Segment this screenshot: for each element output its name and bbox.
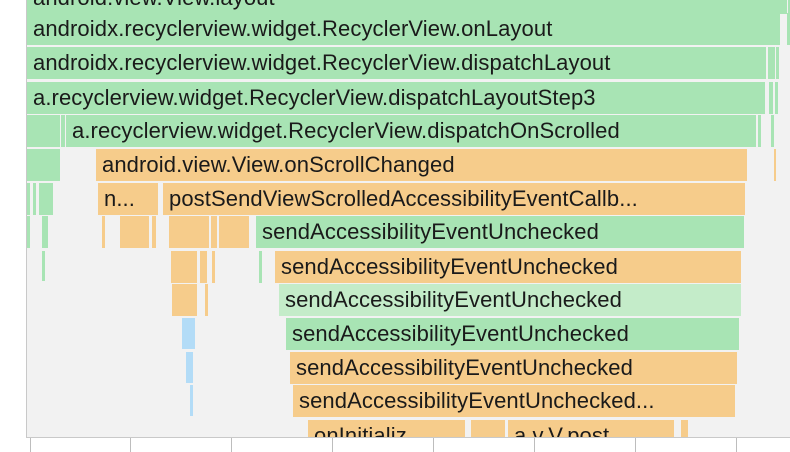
frame-sendaccessibilityeventunchecked-5[interactable]: sendAccessibilityEventUnchecked	[290, 352, 737, 384]
frame-sliver[interactable]	[102, 216, 105, 248]
frame-sliver[interactable]	[171, 251, 197, 283]
frame-sliver[interactable]	[186, 352, 193, 383]
frame-sliver[interactable]	[169, 216, 209, 248]
frame-sliver[interactable]	[152, 216, 156, 248]
frame-sliver[interactable]	[182, 318, 195, 349]
frame-sliver[interactable]	[211, 216, 217, 248]
frame-sliver[interactable]	[768, 47, 775, 79]
frame-sliver[interactable]	[27, 149, 60, 181]
frame-sendaccessibilityeventunchecked-6[interactable]: sendAccessibilityEventUnchecked...	[293, 385, 735, 417]
frame-sliver[interactable]	[758, 115, 761, 147]
frame-sliver[interactable]	[471, 420, 505, 437]
frame-sliver[interactable]	[769, 82, 773, 114]
ruler-tick	[736, 438, 737, 452]
ruler-tick	[635, 438, 636, 452]
ruler-tick	[433, 438, 434, 452]
flame-chart[interactable]: android.view.View.layout androidx.recycl…	[27, 0, 790, 437]
frame-sendaccessibilityeventunchecked-3[interactable]: sendAccessibilityEventUnchecked	[279, 284, 741, 316]
frame-sliver[interactable]	[776, 47, 779, 79]
frame-postsendviewscrolledaccessibilityeventcallback[interactable]: postSendViewScrolledAccessibilityEventCa…	[163, 183, 745, 215]
frame-sliver[interactable]	[774, 149, 776, 181]
ruler-tick	[231, 438, 232, 452]
ruler-tick	[534, 438, 535, 452]
frame-sliver[interactable]	[27, 183, 30, 215]
frame-sliver[interactable]	[120, 216, 149, 248]
frame-sliver[interactable]	[219, 216, 249, 248]
frame-sliver[interactable]	[42, 251, 45, 281]
frame-sliver[interactable]	[681, 420, 688, 437]
frame-recyclerview-dispatchonscrolled[interactable]: a.recyclerview.widget.RecyclerView.dispa…	[66, 115, 756, 147]
frame-recyclerview-dispatchlayoutstep3[interactable]: a.recyclerview.widget.RecyclerView.dispa…	[27, 82, 765, 114]
frame-oninitializ[interactable]: onInitializ...	[308, 420, 465, 437]
frame-sliver[interactable]	[61, 115, 65, 147]
frame-sliver[interactable]	[33, 183, 36, 215]
frame-n-truncated[interactable]: n...	[98, 183, 158, 215]
frame-sliver[interactable]	[259, 251, 262, 283]
frame-recyclerview-onlayout[interactable]: androidx.recyclerview.widget.RecyclerVie…	[27, 13, 780, 45]
timeline-ruler[interactable]	[26, 437, 790, 452]
frame-view-onscrollchanged[interactable]: android.view.View.onScrollChanged	[96, 149, 747, 181]
frame-view-layout[interactable]: android.view.View.layout	[27, 0, 787, 14]
frame-sendaccessibilityeventunchecked-2[interactable]: sendAccessibilityEventUnchecked	[275, 251, 741, 283]
frame-recyclerview-dispatchlayout[interactable]: androidx.recyclerview.widget.RecyclerVie…	[27, 47, 766, 79]
frame-sliver[interactable]	[39, 183, 53, 215]
frame-sendaccessibilityeventunchecked-4[interactable]: sendAccessibilityEventUnchecked	[286, 318, 739, 350]
ruler-tick	[332, 438, 333, 452]
ruler-tick	[30, 438, 31, 452]
frame-sliver[interactable]	[771, 115, 774, 147]
frame-sliver[interactable]	[27, 216, 30, 248]
frame-sliver[interactable]	[212, 251, 215, 283]
frame-sliver[interactable]	[200, 251, 207, 283]
frame-sliver[interactable]	[42, 216, 48, 248]
frame-sliver[interactable]	[190, 385, 193, 416]
frame-sliver[interactable]	[27, 115, 60, 147]
frame-a-v-v-post[interactable]: a.v.V.post	[508, 420, 674, 437]
frame-sendaccessibilityeventunchecked-1[interactable]: sendAccessibilityEventUnchecked	[256, 216, 744, 248]
ruler-tick	[130, 438, 131, 452]
frame-sliver[interactable]	[775, 82, 778, 114]
frame-sliver[interactable]	[172, 284, 197, 316]
frame-sliver[interactable]	[205, 284, 208, 316]
